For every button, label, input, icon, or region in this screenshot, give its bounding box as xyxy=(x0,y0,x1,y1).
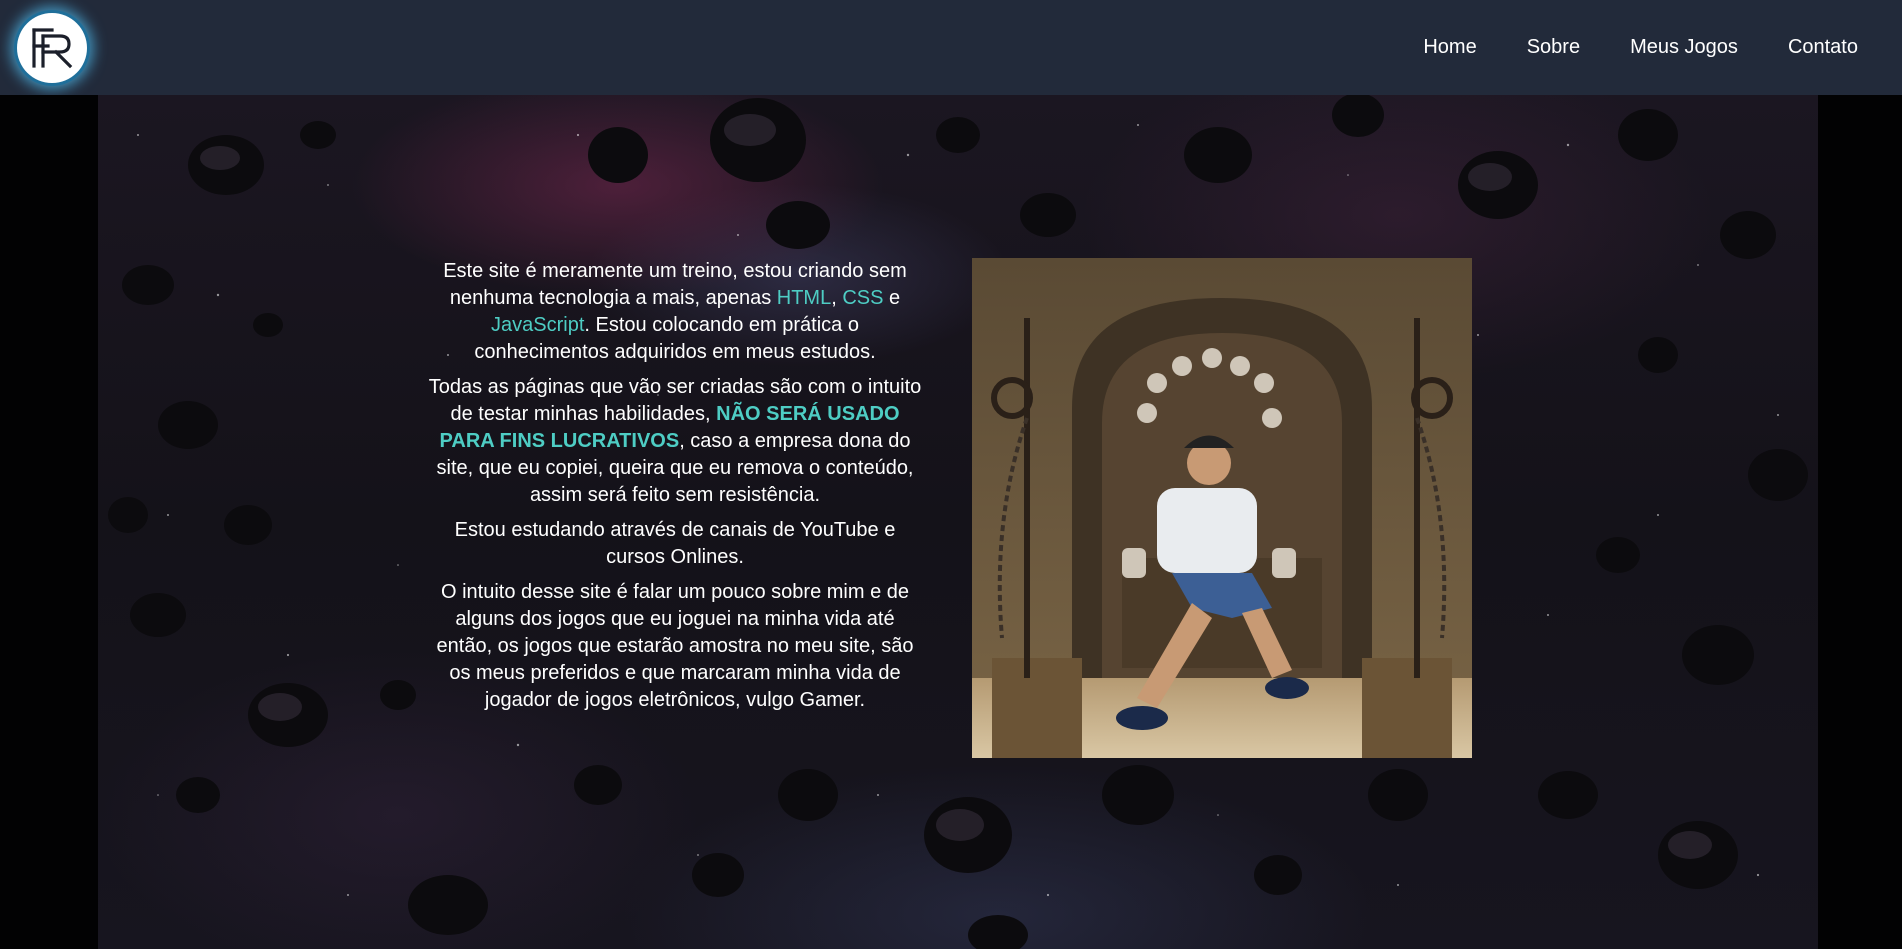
asteroid-field-illustration xyxy=(108,95,1808,949)
main-section: Este site é meramente um treino, estou c… xyxy=(0,95,1902,949)
profile-photo xyxy=(972,258,1472,758)
nav-contato[interactable]: Contato xyxy=(1788,36,1858,59)
intro-sep-1: , xyxy=(831,287,843,309)
profile-photo-illustration xyxy=(972,258,1472,758)
nav-meus-jogos[interactable]: Meus Jogos xyxy=(1630,36,1738,59)
main-nav: Home Sobre Meus Jogos Contato xyxy=(1373,0,1858,95)
paragraph-disclaimer: Todas as páginas que vão ser criadas são… xyxy=(425,374,925,509)
logo-monogram-icon xyxy=(32,28,73,69)
top-navbar: Home Sobre Meus Jogos Contato xyxy=(0,0,1902,95)
space-background xyxy=(98,95,1818,949)
paragraph-intro: Este site é meramente um treino, estou c… xyxy=(425,258,925,366)
nav-home[interactable]: Home xyxy=(1423,36,1476,59)
paragraph-studies: Estou estudando através de canais de You… xyxy=(454,519,896,568)
about-text: Este site é meramente um treino, estou c… xyxy=(425,258,925,722)
javascript-highlight: JavaScript xyxy=(491,314,585,336)
paragraph-purpose: O intuito desse site é falar um pouco so… xyxy=(436,581,914,711)
css-highlight: CSS xyxy=(842,287,884,309)
intro-sep-2: e xyxy=(883,287,901,309)
logo[interactable] xyxy=(17,13,87,83)
html-highlight: HTML xyxy=(776,287,832,309)
nav-sobre[interactable]: Sobre xyxy=(1527,36,1580,59)
